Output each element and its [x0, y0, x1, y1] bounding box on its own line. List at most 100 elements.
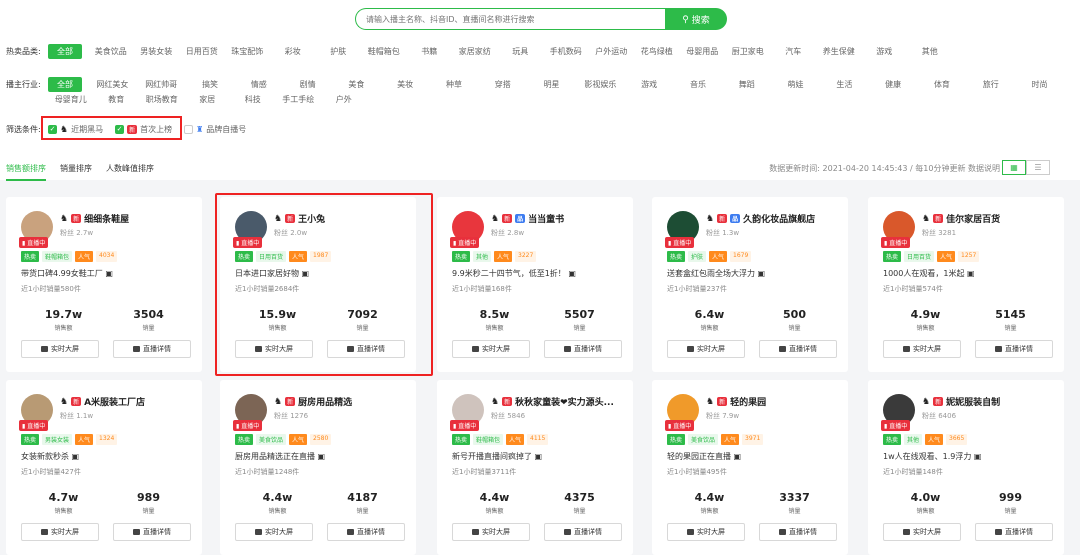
- streamer-name[interactable]: 久韵化妆品旗舰店: [743, 212, 815, 225]
- streamer-card[interactable]: ▮ 直播中 ♞ 新 品 当当童书 粉丝 2.8w 热卖 其他 人气 3227 9…: [437, 197, 633, 372]
- live-label: 直播中: [458, 423, 477, 430]
- streamer-name[interactable]: 妮妮服装自制: [946, 395, 1000, 408]
- streamer-card[interactable]: ▮ 直播中 ♞ 新 轻的果园 粉丝 7.9w 热卖 美食饮品 人气 3971 轻…: [652, 380, 848, 555]
- category-option[interactable]: 彩妆: [270, 46, 316, 57]
- category-option[interactable]: 美食饮品: [88, 46, 134, 57]
- streamer-name[interactable]: 当当童书: [528, 212, 564, 225]
- industry-option[interactable]: 美妆: [381, 79, 430, 90]
- industry-option[interactable]: 生活: [820, 79, 869, 90]
- industry-option[interactable]: 时尚: [1015, 79, 1064, 90]
- card-buttons: 实时大屏 直播详情: [452, 340, 622, 358]
- industry-option[interactable]: 舞蹈: [722, 79, 771, 90]
- category-option[interactable]: 日用百货: [179, 46, 225, 57]
- category-option[interactable]: 鞋帽箱包: [361, 46, 407, 57]
- industry-option[interactable]: 家居: [185, 94, 231, 105]
- industry-option[interactable]: 旅行: [966, 79, 1015, 90]
- live-screen-button[interactable]: 实时大屏: [235, 523, 313, 541]
- streamer-card[interactable]: ▮ 直播中 ♞ 新 妮妮服装自制 粉丝 6406 热卖 其他 人气 3665 1…: [868, 380, 1064, 555]
- live-detail-button[interactable]: 直播详情: [759, 340, 837, 358]
- industry-option[interactable]: 美食: [332, 79, 381, 90]
- tab-peak-viewers[interactable]: 人数峰值排序: [106, 163, 154, 181]
- category-option[interactable]: 护肤: [316, 46, 362, 57]
- category-option[interactable]: 母婴用品: [680, 46, 726, 57]
- industry-option[interactable]: 搞笑: [186, 79, 235, 90]
- streamer-card[interactable]: ▮ 直播中 ♞ 新 佳尔家居百货 粉丝 3281 热卖 日用百货 人气 1257…: [868, 197, 1064, 372]
- category-option[interactable]: 家居家纺: [452, 46, 498, 57]
- category-option[interactable]: 珠宝配饰: [225, 46, 271, 57]
- industry-option[interactable]: 音乐: [674, 79, 723, 90]
- streamer-name[interactable]: 细细条鞋屋: [84, 212, 129, 225]
- live-screen-button[interactable]: 实时大屏: [452, 523, 530, 541]
- live-screen-button[interactable]: 实时大屏: [883, 523, 961, 541]
- category-option[interactable]: 汽车: [771, 46, 817, 57]
- industry-option[interactable]: 种草: [430, 79, 479, 90]
- streamer-name[interactable]: 佳尔家居百货: [946, 212, 1000, 225]
- industry-option[interactable]: 科技: [230, 94, 276, 105]
- list-view-icon[interactable]: ☰: [1026, 160, 1050, 175]
- industry-option[interactable]: 情感: [234, 79, 283, 90]
- category-option[interactable]: 厨卫家电: [725, 46, 771, 57]
- industry-option[interactable]: 剧情: [283, 79, 332, 90]
- industry-option[interactable]: 职场教育: [139, 94, 185, 105]
- live-screen-button[interactable]: 实时大屏: [21, 523, 99, 541]
- live-screen-button[interactable]: 实时大屏: [667, 523, 745, 541]
- industry-option[interactable]: 教育: [94, 94, 140, 105]
- grid-view-icon[interactable]: ▦: [1002, 160, 1026, 175]
- live-screen-button[interactable]: 实时大屏: [235, 340, 313, 358]
- live-screen-button[interactable]: 实时大屏: [452, 340, 530, 358]
- industry-option[interactable]: 全部: [48, 77, 82, 92]
- category-option[interactable]: 其他: [907, 46, 953, 57]
- live-screen-button[interactable]: 实时大屏: [883, 340, 961, 358]
- industry-option[interactable]: 母婴育儿: [48, 94, 94, 105]
- streamer-card[interactable]: ▮ 直播中 ♞ 新 品 久韵化妆品旗舰店 粉丝 1.3w 热卖 护肤 人气 16…: [652, 197, 848, 372]
- industry-option[interactable]: 网红帅哥: [137, 79, 186, 90]
- streamer-card[interactable]: ▮ 直播中 ♞ 新 厨房用品精选 粉丝 1276 热卖 美食饮品 人气 2580…: [220, 380, 416, 555]
- industry-option[interactable]: 影视娱乐: [576, 79, 625, 90]
- live-detail-button[interactable]: 直播详情: [113, 340, 191, 358]
- live-screen-button[interactable]: 实时大屏: [21, 340, 99, 358]
- live-detail-button[interactable]: 直播详情: [544, 340, 622, 358]
- streamer-name[interactable]: 王小兔: [298, 212, 325, 225]
- industry-option[interactable]: 明星: [527, 79, 576, 90]
- category-option[interactable]: 全部: [48, 44, 82, 59]
- streamer-card[interactable]: ▮ 直播中 ♞ 新 王小兔 粉丝 2.0w 热卖 日用百货 人气 1987 日本…: [220, 197, 416, 372]
- streamer-card[interactable]: ▮ 直播中 ♞ 新 细细条鞋屋 粉丝 2.7w 热卖 鞋帽箱包 人气 4034 …: [6, 197, 202, 372]
- category-option[interactable]: 游戏: [862, 46, 908, 57]
- industry-option[interactable]: 穿搭: [478, 79, 527, 90]
- category-option[interactable]: 花鸟绿植: [634, 46, 680, 57]
- industry-option[interactable]: 萌娃: [771, 79, 820, 90]
- condition-brand-self[interactable]: ♜ 品牌自播号: [184, 124, 246, 135]
- industry-option[interactable]: 网红美女: [88, 79, 137, 90]
- category-option[interactable]: 手机数码: [543, 46, 589, 57]
- streamer-card[interactable]: ▮ 直播中 ♞ 新 A米服装工厂店 粉丝 1.1w 热卖 男装女装 人气 132…: [6, 380, 202, 555]
- category-option[interactable]: 男装女装: [134, 46, 180, 57]
- live-detail-button[interactable]: 直播详情: [975, 340, 1053, 358]
- live-detail-button[interactable]: 直播详情: [975, 523, 1053, 541]
- live-detail-button[interactable]: 直播详情: [759, 523, 837, 541]
- live-screen-button[interactable]: 实时大屏: [667, 340, 745, 358]
- tab-sales-count[interactable]: 销量排序: [60, 163, 92, 181]
- industry-option[interactable]: 体育: [918, 79, 967, 90]
- industry-option[interactable]: 游戏: [625, 79, 674, 90]
- tab-sales-amount[interactable]: 销售额排序: [6, 163, 46, 181]
- search-input[interactable]: [355, 8, 665, 30]
- live-detail-button[interactable]: 直播详情: [544, 523, 622, 541]
- live-detail-button[interactable]: 直播详情: [327, 340, 405, 358]
- streamer-name[interactable]: 秋秋家童装❤实力源头...: [515, 395, 614, 408]
- live-title: 送套盒红包雨全场大浮力 ▣: [667, 268, 765, 279]
- industry-option[interactable]: 手工手绘: [276, 94, 322, 105]
- streamer-name[interactable]: 轻的果园: [730, 395, 766, 408]
- category-option[interactable]: 玩具: [498, 46, 544, 57]
- live-detail-button[interactable]: 直播详情: [113, 523, 191, 541]
- search-button[interactable]: ⚲ 搜索: [665, 8, 727, 30]
- streamer-name[interactable]: A米服装工厂店: [84, 395, 145, 408]
- live-detail-button[interactable]: 直播详情: [327, 523, 405, 541]
- streamer-name[interactable]: 厨房用品精选: [298, 395, 352, 408]
- streamer-card[interactable]: ▮ 直播中 ♞ 新 秋秋家童装❤实力源头... 粉丝 5846 热卖 鞋帽箱包 …: [437, 380, 633, 555]
- category-option[interactable]: 书籍: [407, 46, 453, 57]
- category-option[interactable]: 户外运动: [589, 46, 635, 57]
- industry-option[interactable]: 户外: [321, 94, 367, 105]
- goods-icon: ▣: [301, 269, 310, 278]
- industry-option[interactable]: 健康: [869, 79, 918, 90]
- category-option[interactable]: 养生保健: [816, 46, 862, 57]
